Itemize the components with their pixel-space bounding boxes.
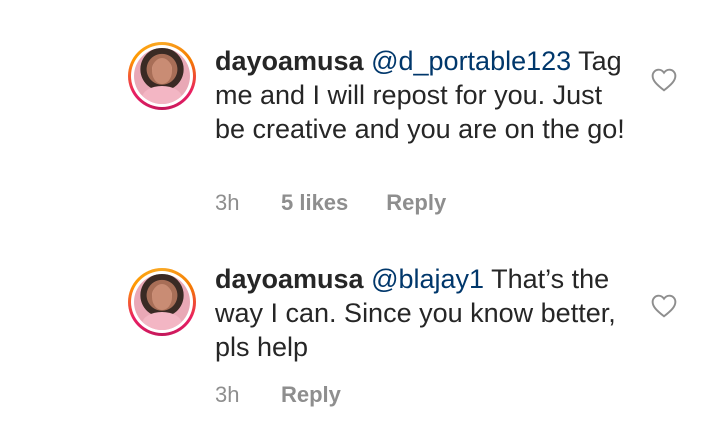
comment-text: dayoamusa @d_portable123 Tag me and I wi…	[215, 44, 635, 146]
avatar-shoulders	[142, 312, 182, 330]
avatar-image	[134, 48, 190, 104]
comment-meta: 3h Reply	[215, 382, 341, 408]
reply-button[interactable]: Reply	[386, 190, 446, 216]
heart-outline-icon[interactable]	[651, 68, 677, 92]
avatar-face	[152, 58, 172, 84]
comment-mention[interactable]: @blajay1	[371, 264, 484, 294]
comment-username[interactable]: dayoamusa	[215, 264, 364, 294]
comment-time: 3h	[215, 382, 240, 407]
comment-text: dayoamusa @blajay1 That’s the way I can.…	[215, 262, 635, 364]
comment-meta: 3h 5 likes Reply	[215, 190, 446, 216]
avatar-shoulders	[142, 86, 182, 104]
avatar[interactable]	[128, 42, 196, 110]
heart-outline-icon[interactable]	[651, 294, 677, 318]
avatar-border	[131, 271, 193, 333]
comment-mention[interactable]: @d_portable123	[371, 46, 571, 76]
avatar[interactable]	[128, 268, 196, 336]
comment-likes[interactable]: 5 likes	[281, 190, 348, 216]
reply-button[interactable]: Reply	[281, 382, 341, 408]
comment-username[interactable]: dayoamusa	[215, 46, 364, 76]
avatar-border	[131, 45, 193, 107]
avatar-face	[152, 284, 172, 310]
avatar-image	[134, 274, 190, 330]
comment-time: 3h	[215, 190, 240, 215]
